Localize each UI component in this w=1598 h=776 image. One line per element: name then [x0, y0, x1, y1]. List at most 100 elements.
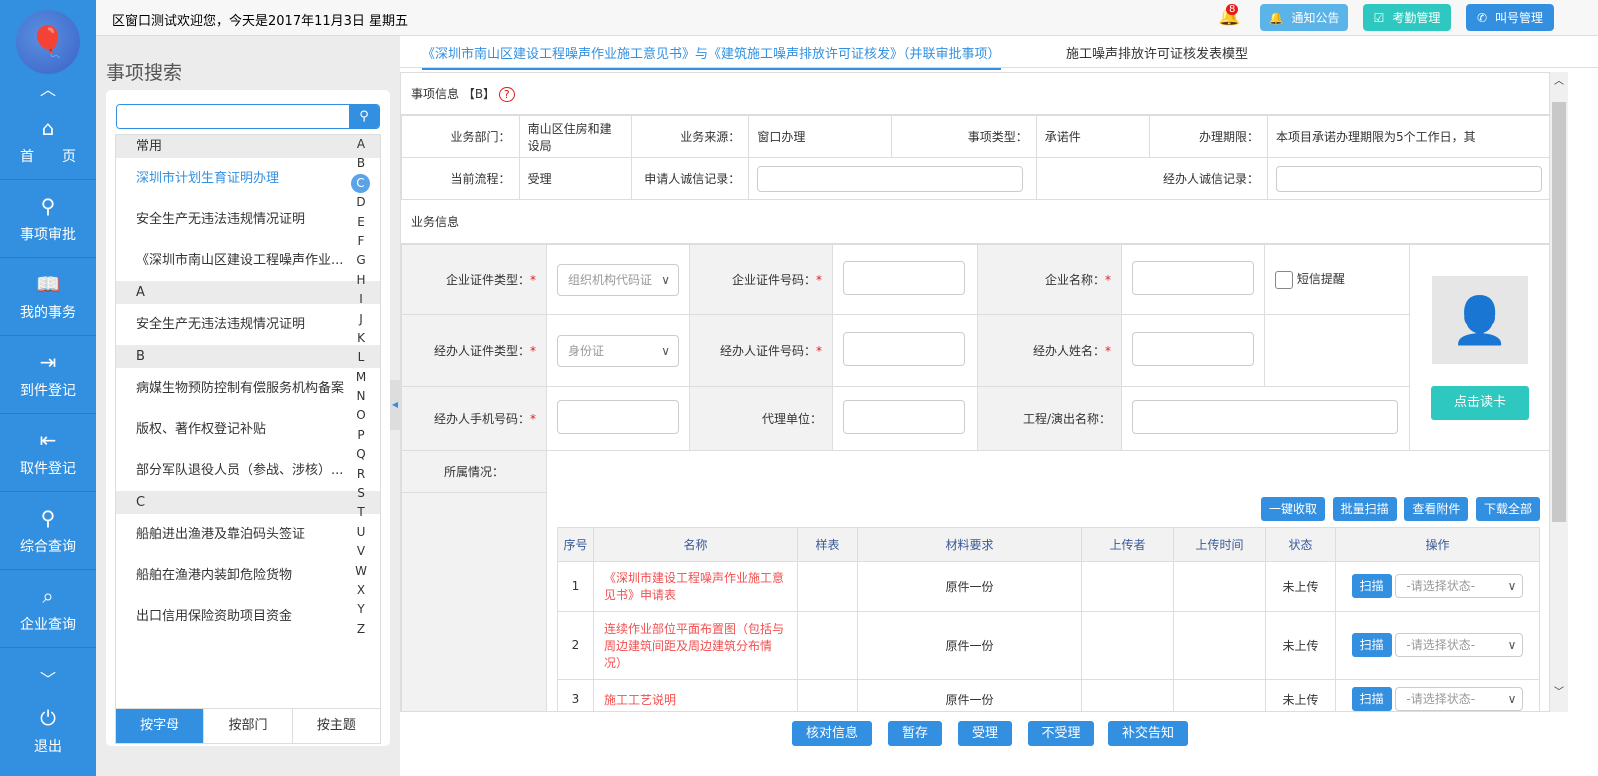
- collect-all-button[interactable]: 一键收取: [1261, 496, 1326, 521]
- list-item[interactable]: 病媒生物预防控制有偿服务机构备案: [116, 368, 380, 409]
- download-all-button[interactable]: 下载全部: [1475, 496, 1540, 521]
- alphabet-index[interactable]: ABCDEFGHIJKLMNOPQRSTUVWXYZ: [350, 135, 372, 639]
- search-input[interactable]: [117, 105, 351, 128]
- project-name-input[interactable]: [1132, 400, 1398, 434]
- agent-cert-no-input[interactable]: [843, 332, 965, 366]
- material-name[interactable]: 《深圳市建设工程噪声作业施工意见书》申请表: [593, 560, 798, 612]
- material-name[interactable]: 连续作业部位平面布置图（包括与周边建筑间距及周边建筑分布情况）: [593, 610, 798, 680]
- status-select[interactable]: -请选择状态-: [1395, 687, 1524, 711]
- nav-approval[interactable]: ⚲ 事项审批: [0, 180, 96, 258]
- side-nav: 🎈 ︿ ⌂ 首 页 ⚲ 事项审批 📖 我的事务 ⇥ 到件登记 ⇤ 取件登记 ⚲ 综合查询 ⌕…: [0, 0, 96, 776]
- letter-index-m[interactable]: M: [350, 368, 372, 387]
- letter-index-q[interactable]: Q: [350, 445, 372, 464]
- agent-name-input[interactable]: [1132, 332, 1254, 366]
- letter-index-d[interactable]: D: [350, 193, 372, 212]
- letter-index-y[interactable]: Y: [350, 600, 372, 619]
- agent-cert-type-select[interactable]: 身份证: [557, 334, 679, 367]
- chevron-up-icon[interactable]: ︿: [0, 76, 96, 100]
- letter-index-t[interactable]: T: [350, 503, 372, 522]
- nav-my-tasks[interactable]: 📖 我的事务: [0, 258, 96, 336]
- letter-index-e[interactable]: E: [350, 213, 372, 232]
- list-item[interactable]: 《深圳市南山区建设工程噪声作业...: [116, 240, 380, 281]
- materials-table: 序号 名称 样表 材料要求 上传者 上传时间 状态 操作 1 《深圳市建设工程噪声作业施工意见书…: [557, 526, 1540, 711]
- logout-button[interactable]: ⏻ 退出: [0, 692, 96, 770]
- company-name-input[interactable]: [1132, 261, 1254, 295]
- material-name[interactable]: 施工工艺说明: [593, 678, 798, 711]
- scrollbar[interactable]: ︿ ﹀: [1550, 72, 1568, 712]
- chevron-down-icon[interactable]: ﹀: [0, 666, 96, 690]
- verify-button[interactable]: 核对信息: [792, 721, 872, 746]
- list-item[interactable]: 出口信用保险资助项目资金: [116, 596, 380, 637]
- letter-index-b[interactable]: B: [350, 154, 372, 173]
- save-draft-button[interactable]: 暂存: [888, 721, 942, 746]
- scan-button[interactable]: 扫描: [1351, 632, 1392, 657]
- list-item[interactable]: 版权、著作权登记补贴: [116, 409, 380, 450]
- letter-index-j[interactable]: J: [350, 310, 372, 329]
- nav-query[interactable]: ⚲ 综合查询: [0, 492, 96, 570]
- letter-index-x[interactable]: X: [350, 581, 372, 600]
- scroll-up-icon[interactable]: ︿: [1550, 72, 1568, 87]
- letter-index-c[interactable]: C: [351, 173, 370, 194]
- letter-index-l[interactable]: L: [350, 348, 372, 367]
- nav-receive[interactable]: ⇥ 到件登记: [0, 336, 96, 414]
- nav-home[interactable]: ⌂ 首 页: [0, 102, 96, 180]
- scroll-down-icon[interactable]: ﹀: [1550, 683, 1568, 698]
- list-item[interactable]: 部分军队退役人员（参战、涉核）...: [116, 450, 380, 491]
- letter-index-n[interactable]: N: [350, 387, 372, 406]
- letter-index-f[interactable]: F: [350, 232, 372, 251]
- letter-index-v[interactable]: V: [350, 542, 372, 561]
- letter-index-u[interactable]: U: [350, 523, 372, 542]
- letter-index-w[interactable]: W: [350, 562, 372, 581]
- read-card-button[interactable]: 点击读卡: [1431, 385, 1529, 420]
- view-attachments-button[interactable]: 查看附件: [1404, 496, 1469, 521]
- nav-pickup[interactable]: ⇤ 取件登记: [0, 414, 96, 492]
- scroll-thumb[interactable]: [1552, 102, 1566, 522]
- status-select[interactable]: -请选择状态-: [1395, 574, 1524, 599]
- agency-input[interactable]: [843, 400, 965, 434]
- cert-type-select[interactable]: 组织机构代码证: [557, 263, 679, 296]
- sms-checkbox[interactable]: [1275, 270, 1293, 289]
- reject-button[interactable]: 不受理: [1028, 721, 1094, 746]
- cert-no-input[interactable]: [843, 261, 965, 295]
- list-item[interactable]: 船舶进出渔港及靠泊码头签证: [116, 514, 380, 555]
- nav-company-query[interactable]: ⌕ 企业查询: [0, 570, 96, 648]
- search-icon: ⚲: [40, 506, 56, 530]
- book-icon: 📖: [35, 272, 61, 296]
- list-item[interactable]: 安全生产无违法违规情况证明: [116, 304, 380, 345]
- letter-index-a[interactable]: A: [350, 135, 372, 154]
- search-icon[interactable]: ⚲: [349, 105, 379, 128]
- batch-scan-button[interactable]: 批量扫描: [1332, 496, 1397, 521]
- agent-credit-input[interactable]: [1276, 165, 1542, 192]
- collapse-panel-handle[interactable]: ◀: [390, 380, 400, 430]
- accept-button[interactable]: 受理: [958, 721, 1012, 746]
- list-item[interactable]: 船舶在渔港内装卸危险货物: [116, 555, 380, 596]
- letter-index-z[interactable]: Z: [350, 620, 372, 639]
- item-list[interactable]: 常用 深圳市计划生育证明办理 安全生产无违法违规情况证明 《深圳市南山区建设工程…: [115, 134, 381, 709]
- home-icon: ⌂: [41, 116, 55, 140]
- tab-by-department[interactable]: 按部门: [203, 709, 291, 743]
- attendance-button[interactable]: ☑ 考勤管理: [1363, 4, 1451, 31]
- applicant-credit-input[interactable]: [757, 165, 1024, 192]
- letter-index-h[interactable]: H: [350, 271, 372, 290]
- help-icon[interactable]: ?: [498, 87, 515, 102]
- tab-joint-approval[interactable]: 《深圳市南山区建设工程噪声作业施工意见书》与《建筑施工噪声排放许可证核发》（并联…: [422, 43, 1001, 70]
- supplement-notice-button[interactable]: 补交告知: [1108, 721, 1188, 746]
- letter-index-g[interactable]: G: [350, 251, 372, 270]
- agent-phone-input[interactable]: [557, 400, 679, 434]
- tab-by-topic[interactable]: 按主题: [291, 709, 380, 743]
- letter-index-s[interactable]: S: [350, 484, 372, 503]
- list-item[interactable]: 安全生产无违法违规情况证明: [116, 199, 380, 240]
- notice-button[interactable]: 🔔 通知公告: [1260, 4, 1348, 31]
- letter-index-o[interactable]: O: [350, 406, 372, 425]
- tab-permit-model[interactable]: 施工噪声排放许可证核发表模型: [1066, 43, 1248, 62]
- scan-button[interactable]: 扫描: [1351, 573, 1392, 598]
- status-select[interactable]: -请选择状态-: [1395, 633, 1524, 658]
- letter-index-r[interactable]: R: [350, 465, 372, 484]
- letter-index-p[interactable]: P: [350, 426, 372, 445]
- call-number-button[interactable]: ✆ 叫号管理: [1466, 4, 1554, 31]
- scan-button[interactable]: 扫描: [1351, 686, 1392, 711]
- list-item[interactable]: 深圳市计划生育证明办理: [116, 158, 380, 199]
- tab-by-letter[interactable]: 按字母: [116, 709, 204, 743]
- letter-index-k[interactable]: K: [350, 329, 372, 348]
- letter-index-i[interactable]: I: [350, 290, 372, 309]
